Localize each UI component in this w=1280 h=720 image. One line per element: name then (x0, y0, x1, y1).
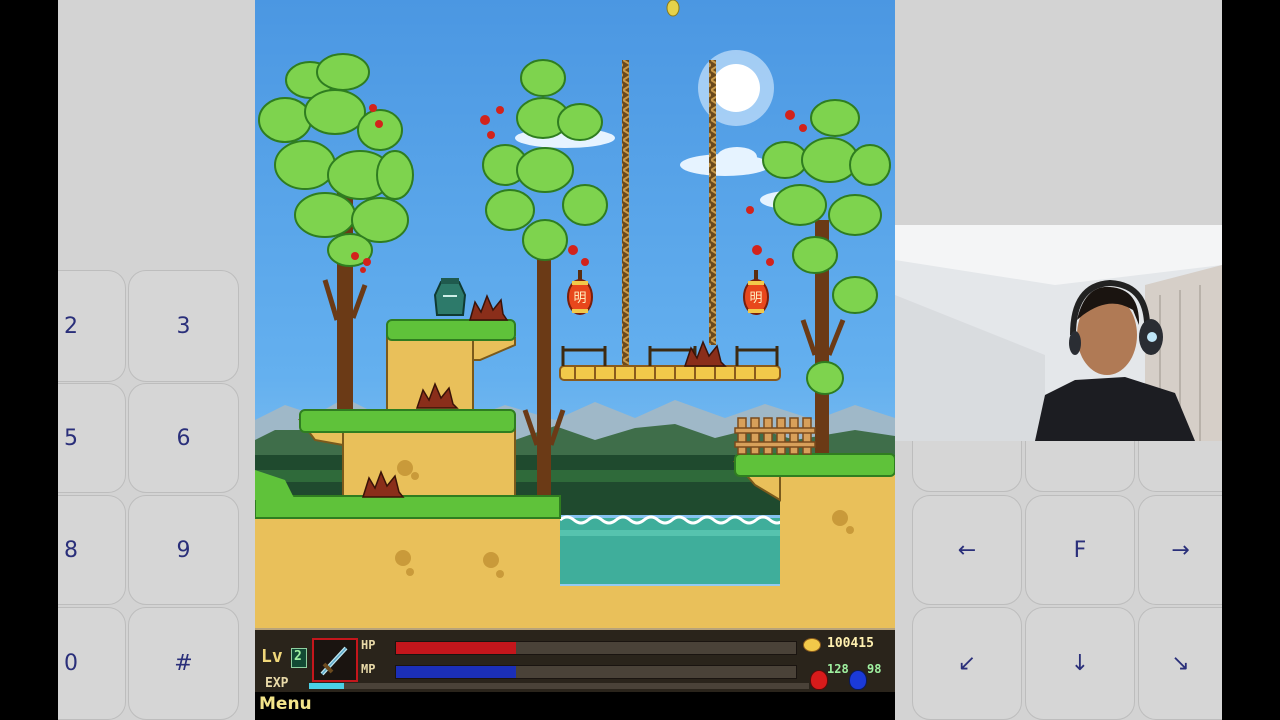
softkey-bar: Menu (255, 692, 895, 720)
key-right[interactable]: → (1138, 495, 1222, 605)
treasure-jar (433, 278, 467, 316)
mp-bar-fill (396, 666, 516, 678)
coin-icon (803, 638, 821, 652)
hp-bar-track (395, 641, 797, 655)
key-0[interactable]: 0 (58, 607, 126, 720)
lantern-left-glyph: 明 (573, 291, 586, 306)
exp-bar-fill (309, 683, 344, 689)
webcam-overlay (895, 225, 1222, 441)
left-keypad-panel: 2 3 5 6 8 9 0 # (58, 0, 255, 720)
key-8[interactable]: 8 (58, 495, 126, 605)
game-screen[interactable]: 明 明 Lv 2 HP MP EXP 100415 128 98 Menu (255, 0, 895, 720)
key-3[interactable]: 3 (128, 270, 239, 382)
rope-left (622, 60, 629, 365)
exp-label: EXP (265, 676, 289, 691)
hud-panel: Lv 2 HP MP EXP 100415 128 98 (255, 628, 895, 694)
exp-bar-track (309, 683, 809, 689)
level-badge: 2 (291, 648, 307, 668)
key-fire[interactable]: F (1025, 495, 1135, 605)
key-hash[interactable]: # (128, 607, 239, 720)
rope-right (709, 60, 716, 345)
lantern-right-glyph: 明 (749, 291, 762, 306)
gold-amount: 100415 (827, 636, 874, 651)
mp-potion-icon (849, 670, 867, 690)
key-2[interactable]: 2 (58, 270, 126, 382)
mp-bar-track (395, 665, 797, 679)
hp-potion-count: 128 (827, 662, 849, 676)
key-6[interactable]: 6 (128, 383, 239, 493)
sword-icon (320, 646, 348, 676)
weapon-slot[interactable] (312, 638, 358, 682)
hp-potion-icon (810, 670, 828, 690)
level-label: Lv (261, 646, 283, 667)
key-9[interactable]: 9 (128, 495, 239, 605)
level-value: 2 (294, 649, 302, 664)
hp-bar-fill (396, 642, 516, 654)
menu-softkey[interactable]: Menu (259, 694, 312, 714)
game-scene: 明 明 (255, 0, 895, 628)
key-left[interactable]: ← (912, 495, 1022, 605)
key-down-right[interactable]: ↘ (1138, 607, 1222, 720)
key-down-left[interactable]: ↙ (912, 607, 1022, 720)
mp-label: MP (361, 662, 376, 676)
webcam-feed (895, 225, 1222, 441)
key-down[interactable]: ↓ (1025, 607, 1135, 720)
key-5[interactable]: 5 (58, 383, 126, 493)
water (560, 518, 785, 584)
falling-leaf (666, 0, 680, 17)
mp-potion-count: 98 (867, 662, 882, 676)
hp-label: HP (361, 638, 376, 652)
